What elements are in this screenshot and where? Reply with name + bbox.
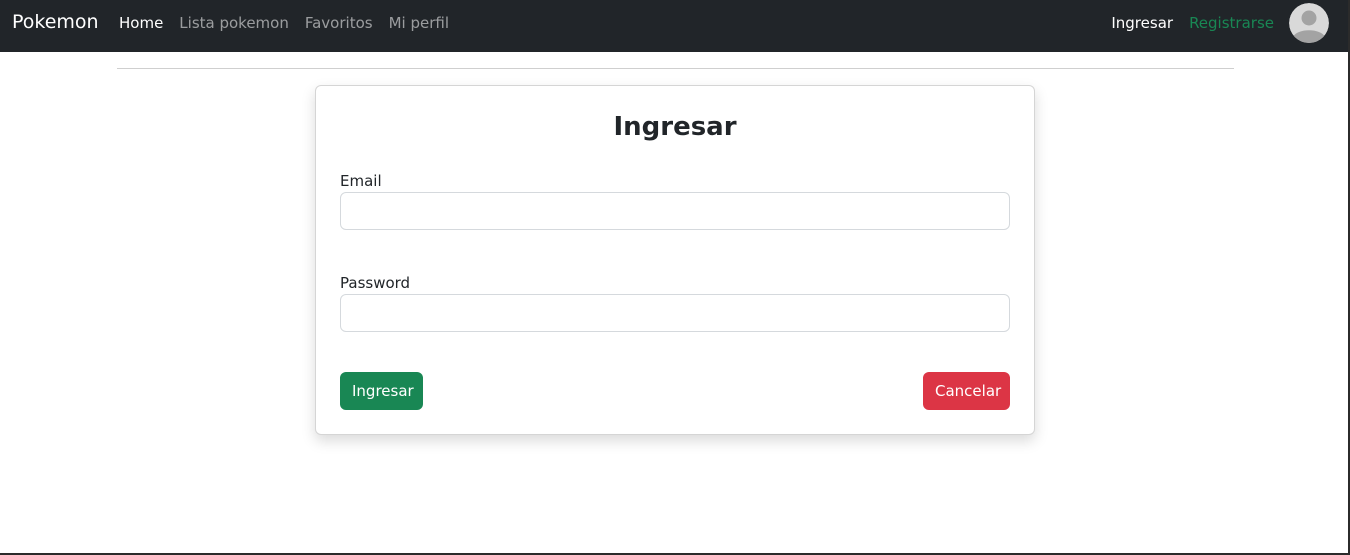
navbar-brand[interactable]: Pokemon [12,11,99,33]
password-label: Password [340,274,411,292]
email-label: Email [340,172,382,190]
nav-auth-links: Ingresar Registrarse [1111,14,1274,32]
ingresar-button[interactable]: Ingresar [340,372,423,410]
avatar-graphic [1289,3,1329,43]
nav-link-favoritos[interactable]: Favoritos [305,14,373,32]
page-divider [117,68,1234,69]
login-card: Ingresar Email Password Ingresar Cancela… [315,85,1035,435]
email-field[interactable] [340,192,1010,230]
nav-link-lista-pokemon[interactable]: Lista pokemon [179,14,289,32]
login-title: Ingresar [613,112,737,142]
nav-link-home[interactable]: Home [119,14,163,32]
navbar: Pokemon Home Lista pokemon Favoritos Mi … [0,0,1348,52]
page: Pokemon Home Lista pokemon Favoritos Mi … [0,0,1350,555]
nav-link-mi-perfil[interactable]: Mi perfil [389,14,449,32]
password-field[interactable] [340,294,1010,332]
nav-link-ingresar[interactable]: Ingresar [1111,14,1173,32]
cancelar-button[interactable]: Cancelar [923,372,1010,410]
nav-link-registrarse[interactable]: Registrarse [1189,14,1274,32]
nav-links: Home Lista pokemon Favoritos Mi perfil [119,14,449,32]
user-avatar-icon[interactable] [1289,3,1329,43]
